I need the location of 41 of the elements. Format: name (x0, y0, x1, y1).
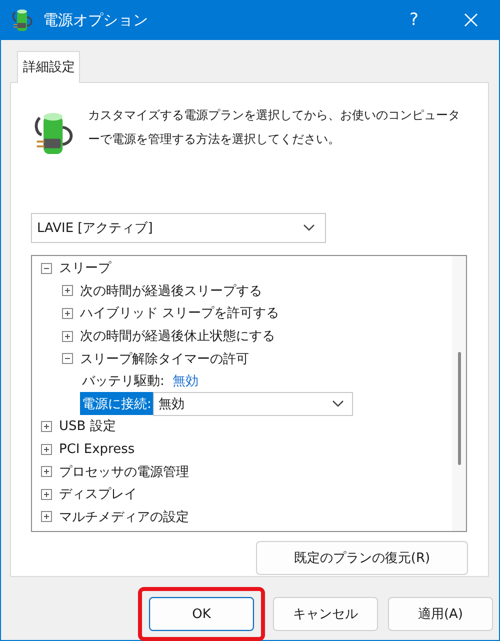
tab[interactable]: 詳細設定 (17, 51, 80, 83)
dropdown-value: LAVIE [アクティブ] (37, 220, 153, 237)
dialog-button[interactable]: 適用(A) (388, 597, 493, 631)
plan-dropdown[interactable]: LAVIE [アクティブ] (31, 213, 326, 243)
tree-item[interactable]: プロセッサの電源管理 (59, 462, 189, 481)
tree-item[interactable]: 次の時間が経過後スリープする (80, 282, 262, 300)
scrollbar-thumb[interactable] (458, 352, 460, 465)
close-icon (463, 12, 479, 28)
tree-item[interactable]: PCI Express (59, 442, 135, 457)
description-text: カスタマイズする電源プランを選択してから、お使いのコンピューターで電源を管理する方法を選択してください。 (88, 107, 461, 148)
scrollbar[interactable] (452, 256, 466, 531)
dialog-button[interactable]: OK (149, 597, 254, 631)
chevron-down-icon (332, 400, 344, 408)
minus-box-icon[interactable] (41, 262, 52, 274)
plus-box-icon[interactable] (62, 330, 73, 342)
minus-box-icon[interactable] (62, 353, 73, 364)
dropdown-value: 無効 (158, 396, 184, 413)
plus-box-icon[interactable] (41, 444, 52, 455)
tree-item[interactable]: スリープ解除タイマーの許可 (80, 350, 249, 368)
battery-plug-icon (11, 8, 35, 32)
plus-box-icon[interactable] (41, 488, 52, 500)
plus-box-icon[interactable] (41, 511, 52, 522)
help-button[interactable]: ? (385, 10, 443, 30)
window-title: 電源オプション (43, 10, 149, 30)
chevron-down-icon (303, 224, 315, 232)
tree-item[interactable]: ハイブリッド スリープを許可する (80, 304, 280, 322)
tree-item[interactable]: マルチメディアの設定 (59, 508, 189, 526)
setting-label: 電源に接続: (80, 392, 154, 416)
tree-item[interactable]: スリープ (59, 259, 111, 278)
plus-box-icon[interactable] (62, 285, 73, 296)
plus-box-icon[interactable] (41, 466, 52, 478)
setting-dropdown[interactable]: 無効 (153, 392, 354, 416)
tree-item[interactable]: ディスプレイ (59, 485, 137, 504)
tree-item[interactable]: 次の時間が経過後休止状態にする (80, 327, 275, 346)
tree-item[interactable]: USB 設定 (59, 417, 116, 436)
setting-value-link[interactable]: 無効 (172, 372, 198, 390)
setting-label: バッテリ駆動: (81, 373, 166, 390)
dialog-button[interactable]: キャンセル (273, 597, 378, 631)
restore-defaults-button[interactable]: 既定のプランの復元(R) (256, 541, 468, 575)
plus-box-icon[interactable] (41, 420, 52, 432)
plus-box-icon[interactable] (62, 308, 73, 319)
